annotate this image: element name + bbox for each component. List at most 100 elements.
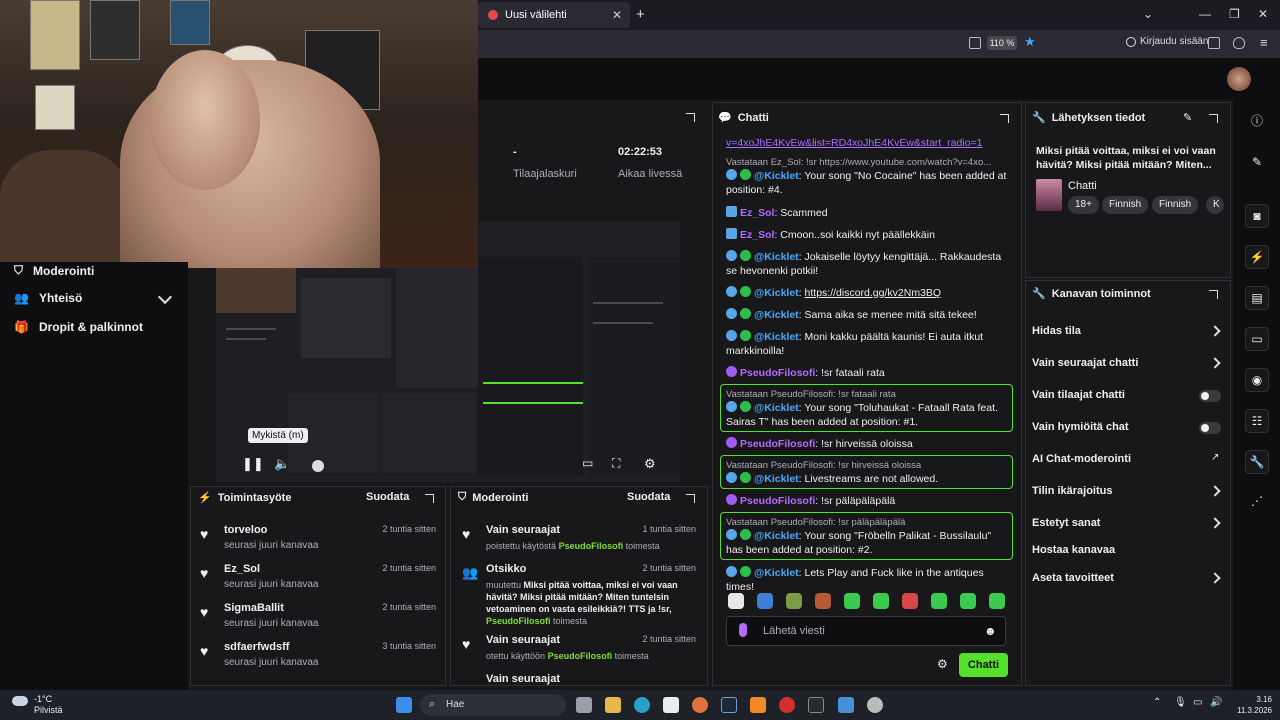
taskbar-search[interactable]: ⌕ Hae bbox=[420, 694, 566, 716]
chat-message[interactable]: @Kicklet: Lets Play and Fuck like in the… bbox=[726, 566, 1010, 594]
chat-message[interactable]: PseudoFilosofi: !sr hirveissä oloissa bbox=[726, 437, 1010, 451]
chat-message[interactable]: @Kicklet: Your song "Fröbelln Palikat - … bbox=[726, 529, 1010, 557]
avatar[interactable] bbox=[1227, 67, 1251, 91]
list-item[interactable]: Vain seuraajat bbox=[462, 673, 702, 686]
chat-username[interactable]: @Kicklet bbox=[754, 567, 799, 579]
external-link-icon[interactable]: ↗ bbox=[1211, 452, 1219, 463]
expand-icon[interactable] bbox=[1000, 114, 1009, 123]
camera-icon[interactable]: ◙ bbox=[1245, 204, 1269, 228]
emote-icon[interactable] bbox=[960, 593, 976, 609]
browser-tab[interactable]: Uusi välilehti ✕ bbox=[478, 2, 630, 28]
sidebar-item-community[interactable]: 👥 Yhteisö bbox=[14, 291, 82, 305]
emote-icon[interactable] bbox=[757, 593, 773, 609]
emote-only-toggle[interactable] bbox=[1199, 422, 1221, 434]
chat-message[interactable]: @Kicklet: Your song "Toluhaukat - Fataal… bbox=[726, 401, 1010, 429]
list-item[interactable]: ♥ Ez_Sol seurasi juuri kanavaa 2 tuntia … bbox=[200, 563, 440, 597]
share-icon[interactable]: ⋰ bbox=[1245, 490, 1269, 514]
store-icon[interactable] bbox=[663, 697, 679, 713]
chat-link[interactable]: https://discord.gg/kv2Nm3BQ bbox=[805, 287, 942, 299]
action-age-restriction[interactable]: Tilin ikärajoitus bbox=[1032, 485, 1113, 497]
chat-username[interactable]: @Kicklet bbox=[754, 402, 799, 414]
list-item[interactable]: ♥ SigmaBallit seurasi juuri kanavaa 2 tu… bbox=[200, 602, 440, 636]
stream-preview[interactable] bbox=[216, 268, 478, 482]
chevron-up-icon[interactable]: ⌃ bbox=[1153, 697, 1161, 708]
maximize-icon[interactable]: ❐ bbox=[1229, 7, 1240, 21]
list-item[interactable]: ♥ Vain seuraajat 2 tuntia sitten otettu … bbox=[462, 634, 702, 664]
task-view-icon[interactable] bbox=[576, 697, 592, 713]
notepad-icon[interactable] bbox=[838, 697, 854, 713]
chat-username[interactable]: @Kicklet bbox=[754, 287, 799, 299]
chat-username[interactable]: Ez_Sol bbox=[740, 229, 774, 241]
settings-icon[interactable]: ⚙ bbox=[644, 456, 656, 472]
firefox-icon[interactable] bbox=[692, 697, 708, 713]
category-thumbnail[interactable] bbox=[1036, 179, 1062, 211]
minimize-icon[interactable]: — bbox=[1199, 7, 1211, 21]
mic-icon[interactable] bbox=[739, 623, 747, 637]
pause-icon[interactable]: ❚❚ bbox=[242, 456, 264, 472]
emote-icon[interactable] bbox=[844, 593, 860, 609]
category-name[interactable]: Chatti bbox=[1068, 180, 1097, 192]
chat-username[interactable]: Ez_Sol bbox=[740, 207, 774, 219]
broadcast-icon[interactable]: ◉ bbox=[1245, 368, 1269, 392]
settings-icon[interactable] bbox=[867, 697, 883, 713]
action-host-channel[interactable]: Hostaa kanavaa bbox=[1032, 544, 1115, 556]
chat-message[interactable]: @Kicklet: Moni kakku päältä kaunis! Ei a… bbox=[726, 330, 1010, 358]
moderation-filter-button[interactable]: Suodata bbox=[627, 491, 670, 503]
network-icon[interactable]: ▭ bbox=[1193, 697, 1202, 708]
chat-message[interactable]: @Kicklet: Livestreams are not allowed. bbox=[726, 472, 1010, 486]
emote-icon[interactable] bbox=[815, 593, 831, 609]
emote-icon[interactable] bbox=[931, 593, 947, 609]
subscribers-only-toggle[interactable] bbox=[1199, 390, 1221, 402]
theatre-icon[interactable]: ▭ bbox=[582, 456, 593, 470]
document-icon[interactable]: ▤ bbox=[1245, 286, 1269, 310]
emoji-icon[interactable]: ☻ bbox=[984, 624, 997, 638]
expand-icon[interactable] bbox=[425, 494, 434, 503]
close-window-icon[interactable]: ✕ bbox=[1258, 7, 1268, 21]
settings-icon[interactable]: ⚙ bbox=[937, 657, 948, 671]
new-tab-icon[interactable]: + bbox=[636, 6, 645, 23]
chat-username[interactable]: @Kicklet bbox=[754, 331, 799, 343]
action-subscribers-only[interactable]: Vain tilaajat chatti bbox=[1032, 389, 1125, 401]
weather-widget[interactable]: -1°C Pilvistä bbox=[12, 694, 63, 716]
volume-icon[interactable]: 🔊 bbox=[1210, 697, 1222, 708]
action-followers-only[interactable]: Vain seuraajat chatti bbox=[1032, 357, 1138, 369]
tag[interactable]: K bbox=[1206, 196, 1224, 214]
sidebar-item-moderation[interactable]: ⛉ Moderointi bbox=[14, 263, 94, 278]
shield-icon[interactable] bbox=[1233, 37, 1245, 49]
chat-username[interactable]: PseudoFilosofi bbox=[740, 438, 815, 450]
microphone-icon[interactable]: 🎙 bbox=[1174, 697, 1187, 708]
screenshot-icon[interactable] bbox=[969, 37, 981, 49]
chat-username[interactable]: PseudoFilosofi bbox=[740, 495, 815, 507]
chat-username[interactable]: @Kicklet bbox=[754, 170, 799, 182]
emote-icon[interactable] bbox=[873, 593, 889, 609]
chat-message[interactable]: @Kicklet: Sama aika se menee mitä sitä t… bbox=[726, 308, 1010, 322]
list-item[interactable]: 👥 Otsikko 2 tuntia sitten muutettu Miksi… bbox=[462, 563, 702, 626]
chat-message[interactable]: Ez_Sol: Scammed bbox=[726, 206, 1010, 220]
steam-icon[interactable] bbox=[721, 697, 737, 713]
edge-icon[interactable] bbox=[634, 697, 650, 713]
action-emote-only[interactable]: Vain hymiöitä chat bbox=[1032, 421, 1129, 433]
tag[interactable]: Finnish bbox=[1102, 196, 1149, 214]
login-button[interactable]: Kirjaudu sisään bbox=[1126, 36, 1208, 47]
action-slow-mode[interactable]: Hidas tila bbox=[1032, 325, 1081, 337]
chat-username[interactable]: @Kicklet bbox=[754, 473, 799, 485]
opera-icon[interactable] bbox=[779, 697, 795, 713]
chat-message[interactable]: PseudoFilosofi: !sr päläpäläpälä bbox=[726, 494, 1010, 508]
taskbar-clock[interactable]: 3.16 11.3.2026 bbox=[1228, 694, 1272, 716]
edit-icon[interactable]: ✎ bbox=[1245, 151, 1269, 175]
bolt-icon[interactable]: ⚡ bbox=[1245, 245, 1269, 269]
chat-message[interactable]: v=4xoJhE4KvEw&list=RD4xoJhE4KvEw&start_r… bbox=[726, 136, 1010, 150]
file-explorer-icon[interactable] bbox=[605, 697, 621, 713]
wrench-icon[interactable]: 🔧 bbox=[1245, 450, 1269, 474]
chevron-down-icon[interactable]: ⌄ bbox=[1143, 7, 1153, 21]
chat-message[interactable]: Ez_Sol: Cmoon..soi kaikki nyt päällekkäi… bbox=[726, 228, 1010, 242]
menu-icon[interactable]: ≡ bbox=[1260, 35, 1268, 50]
emote-icon[interactable] bbox=[728, 593, 744, 609]
chat-username[interactable]: PseudoFilosofi bbox=[740, 367, 815, 379]
chat-bubble-icon[interactable]: ▭ bbox=[1245, 327, 1269, 351]
expand-icon[interactable] bbox=[1209, 114, 1218, 123]
emote-icon[interactable] bbox=[989, 593, 1005, 609]
zoom-level[interactable]: 110 % bbox=[987, 36, 1017, 50]
action-blocked-words[interactable]: Estetyt sanat bbox=[1032, 517, 1100, 529]
terminal-icon[interactable] bbox=[808, 697, 824, 713]
